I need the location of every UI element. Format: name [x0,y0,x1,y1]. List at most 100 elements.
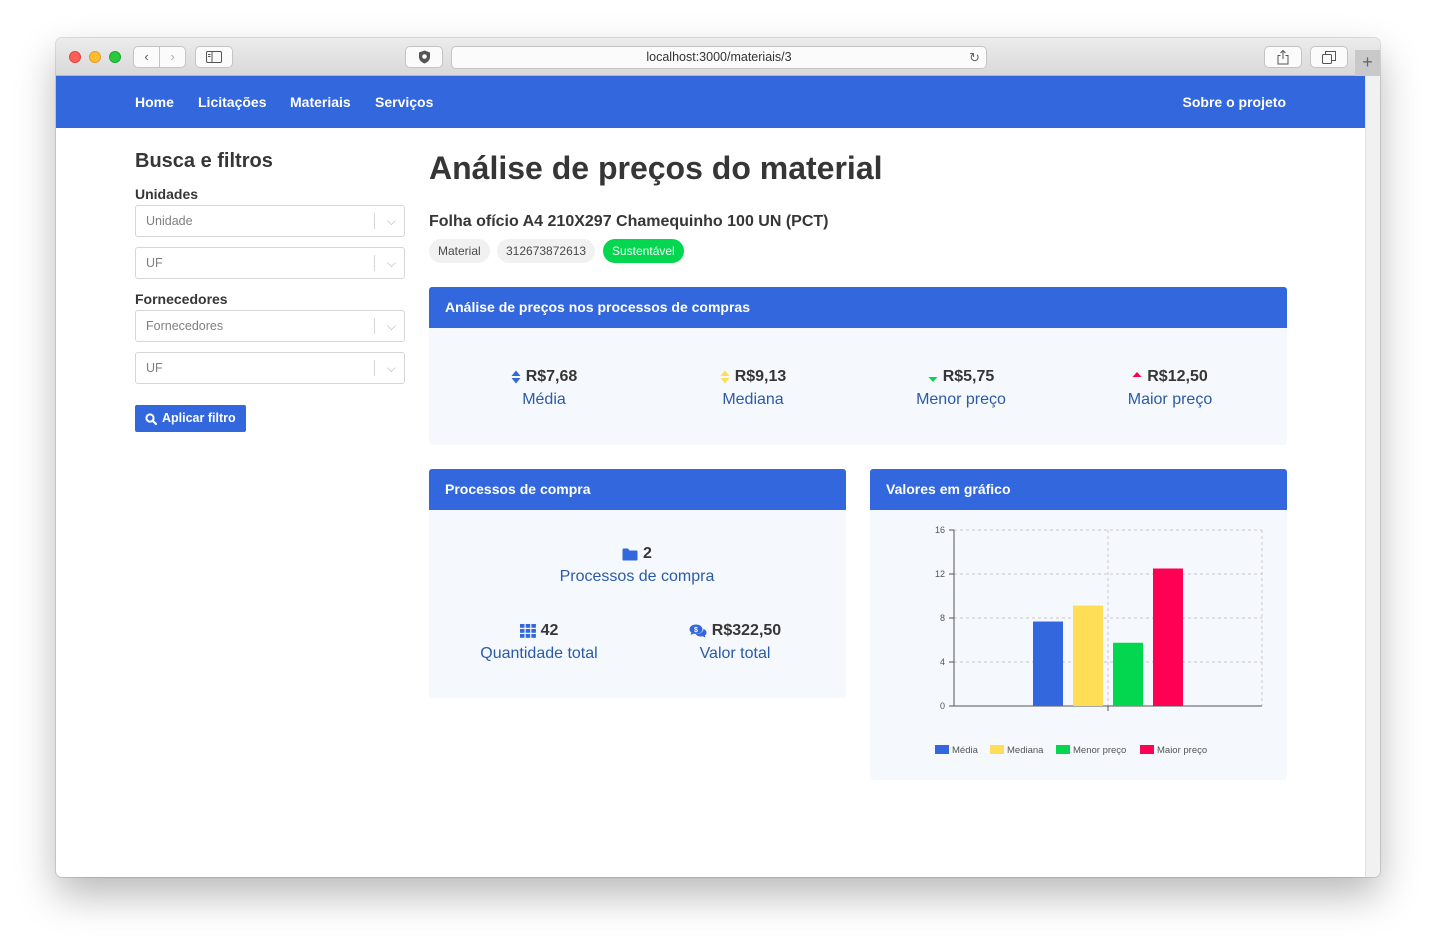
quantity-total-value: 42 [540,622,559,639]
chart-ytick-label: 0 [940,701,945,711]
processes-count: 2 Processos de compra [537,544,737,586]
tab-overview-button[interactable] [1310,46,1348,68]
stat-median-value: R$9,13 [734,368,787,385]
sort-icon [720,370,730,384]
quantity-total-label: Quantidade total [480,645,598,662]
stat-min: R$5,75 Menor preço [861,367,1061,409]
share-icon [1277,49,1289,64]
search-icon [145,412,157,425]
money-chat-icon: $ [689,624,707,638]
chevron-down-icon[interactable]: ⌵ [387,311,396,341]
apply-filter-button[interactable]: Aplicar filtro [135,405,246,432]
chart-card: Valores em gráfico 0 4 8 12 16 Média Mediana Me… [870,469,1287,780]
sort-icon [511,370,521,384]
unit-select[interactable]: Unidade ⌵ [135,205,405,237]
svg-text:$: $ [694,627,698,634]
zoom-window-button[interactable] [109,51,121,63]
processes-header: Processos de compra [429,469,846,510]
sidebar-toggle-button[interactable] [195,46,233,68]
chart-bar [1113,642,1143,706]
url-text: localhost:3000/materiais/3 [646,50,792,64]
caret-up-icon [1132,372,1142,377]
apply-filter-label: Aplicar filtro [162,411,236,425]
chart-header: Valores em gráfico [870,469,1287,510]
units-label: Unidades [135,186,199,202]
price-analysis-header: Análise de preços nos processos de compr… [429,287,1287,328]
stat-average-label: Média [522,391,566,408]
tag-code: 312673872613 [497,239,596,263]
chart-ytick-label: 12 [935,569,945,579]
unit-uf-select[interactable]: UF ⌵ [135,247,405,279]
shield-extension-button[interactable] [405,46,443,68]
price-analysis-card: Análise de preços nos processos de compr… [429,287,1287,445]
chart-ytick-label: 8 [940,613,945,623]
bar-chart: 0 4 8 12 16 Média Mediana Menor preço Maior preç… [935,525,1263,756]
address-bar[interactable]: localhost:3000/materiais/3 ↻ [451,46,987,69]
shield-icon [418,50,430,64]
chart-ytick-label: 16 [935,525,945,535]
processes-card: Processos de compra 2 Processos de compr… [429,469,846,698]
tag-sustainable: Sustentável [603,239,684,263]
select-divider [374,255,375,271]
reload-icon[interactable]: ↻ [969,47,980,68]
supplier-uf-select[interactable]: UF ⌵ [135,352,405,384]
stat-max: R$12,50 Maior preço [1070,367,1270,409]
select-divider [374,213,375,229]
chart-ytick-label: 4 [940,657,945,667]
stat-average-value: R$7,68 [525,368,578,385]
nav-home-link[interactable]: Home [135,76,174,128]
suppliers-label: Fornecedores [135,291,228,307]
supplier-uf-select-placeholder: UF [146,361,163,375]
chart-bar [1153,568,1183,706]
stat-median-label: Mediana [722,391,784,408]
unit-uf-select-placeholder: UF [146,256,163,270]
stat-median: R$9,13 Mediana [653,367,853,409]
supplier-select[interactable]: Fornecedores ⌵ [135,310,405,342]
chevron-down-icon[interactable]: ⌵ [387,206,396,236]
chart-legend-label: Maior preço [1157,745,1207,756]
sidebar-icon [206,51,222,63]
tag-type: Material [429,239,490,263]
unit-select-placeholder: Unidade [146,214,193,228]
nav-about-link[interactable]: Sobre o projeto [1183,76,1286,128]
minimize-window-button[interactable] [89,51,101,63]
chart-legend-swatch [1056,745,1070,754]
back-icon[interactable]: ‹ [134,47,159,67]
share-button[interactable] [1264,46,1302,68]
new-tab-button[interactable]: + [1355,50,1380,76]
stat-max-value: R$12,50 [1147,368,1208,385]
chart-legend-swatch [1140,745,1154,754]
chart-bar [1033,621,1063,706]
caret-down-icon [928,377,938,382]
value-total-value: R$322,50 [711,622,782,639]
stat-max-label: Maior preço [1127,391,1213,408]
grid-icon [519,624,536,638]
page-title: Análise de preços do material [429,150,883,186]
processes-count-label: Processos de compra [559,568,715,585]
chevron-down-icon[interactable]: ⌵ [387,248,396,278]
filters-panel: Busca e filtros Unidades Unidade ⌵ UF ⌵ … [135,150,405,432]
forward-icon[interactable]: › [160,47,185,67]
nav-licitacoes-link[interactable]: Licitações [198,76,266,128]
quantity-total: 42 Quantidade total [439,621,639,663]
browser-titlebar: ‹ › localhost:3000/materiais/3 ↻ + [56,38,1380,76]
close-window-button[interactable] [69,51,81,63]
stat-average: R$7,68 Média [444,367,644,409]
nav-materiais-link[interactable]: Materiais [290,76,351,128]
select-divider [374,318,375,334]
value-total: $ R$322,50 Valor total [635,621,835,663]
select-divider [374,360,375,376]
chart-legend-label: Média [952,745,979,756]
chart-legend-swatch [935,745,949,754]
folder-icon [622,548,638,560]
page-scrollbar[interactable] [1365,76,1380,877]
filters-title: Busca e filtros [135,150,273,172]
stat-min-label: Menor preço [916,391,1006,408]
nav-servicos-link[interactable]: Serviços [375,76,433,128]
processes-count-value: 2 [643,545,652,562]
browser-window: ‹ › localhost:3000/materiais/3 ↻ + Home … [56,38,1380,877]
chart-bar [1073,605,1103,706]
chart-legend-label: Menor preço [1073,745,1126,756]
stat-min-value: R$5,75 [942,368,995,385]
chevron-down-icon[interactable]: ⌵ [387,353,396,383]
